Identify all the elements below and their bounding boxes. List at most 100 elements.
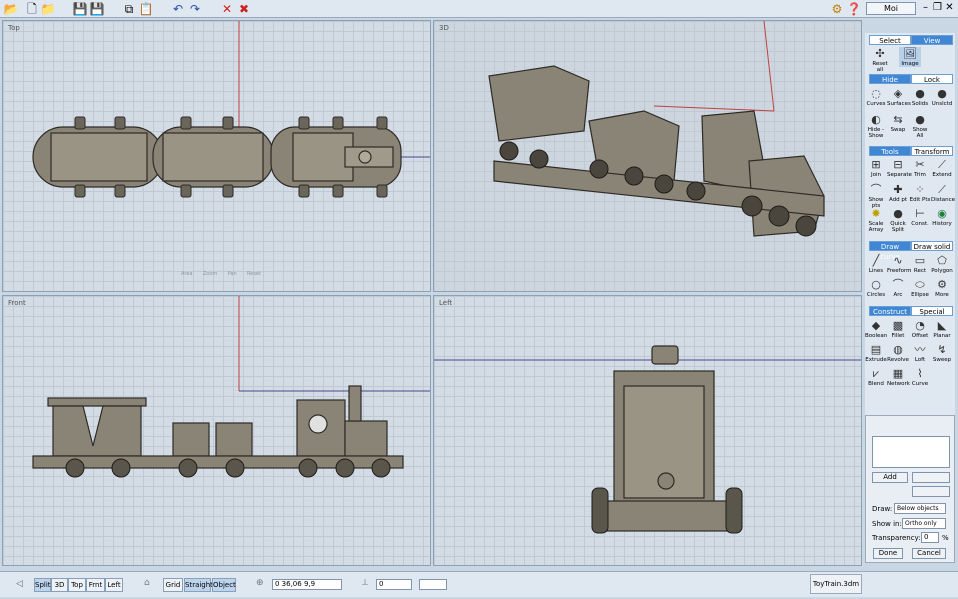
hide-show-tool[interactable]: ◐ Hide - Show bbox=[865, 113, 887, 139]
tab-select[interactable]: Select bbox=[869, 35, 911, 45]
split-view-button[interactable]: Split bbox=[34, 578, 51, 592]
extend-tool[interactable]: ⟋ Extend bbox=[931, 158, 953, 178]
done-button[interactable]: Done bbox=[873, 548, 903, 559]
join-tool[interactable]: ⊞ Join bbox=[865, 158, 887, 178]
top-view-button[interactable]: Top bbox=[68, 578, 86, 592]
separate-tool[interactable]: ⊟ Separate bbox=[887, 158, 912, 178]
freeform-tool[interactable]: ∿ Freeform bbox=[887, 254, 912, 274]
tab-tools[interactable]: Tools bbox=[869, 146, 911, 156]
cancel-button[interactable]: Cancel bbox=[912, 548, 946, 559]
tab-draw-solid[interactable]: Draw solid bbox=[911, 241, 953, 251]
remove-button[interactable] bbox=[912, 472, 950, 483]
history-tool[interactable]: ◉ History bbox=[931, 207, 953, 227]
open-folder-icon[interactable]: 📂 bbox=[3, 1, 19, 17]
tab-hide[interactable]: Hide bbox=[869, 74, 911, 84]
image-list[interactable] bbox=[872, 436, 950, 468]
polygon-tool[interactable]: ⬠ Polygon bbox=[931, 254, 953, 274]
lines-tool[interactable]: ╱ Lines bbox=[865, 254, 887, 274]
hide-surfaces-tool[interactable]: ◈ Surfaces bbox=[887, 87, 911, 107]
save-as-icon[interactable]: 💾 bbox=[89, 1, 105, 17]
ellipse-tool[interactable]: ⬭ Ellipse bbox=[909, 278, 931, 298]
tab-special[interactable]: Special bbox=[911, 306, 953, 316]
new-file-icon[interactable]: 🗋 bbox=[24, 1, 40, 17]
transparency-input[interactable]: 0 bbox=[921, 532, 939, 543]
boolean-tool[interactable]: ◆ Boolean bbox=[865, 319, 887, 339]
viewport-left[interactable]: Left bbox=[433, 295, 862, 566]
hide-solids-tool[interactable]: ● Solids bbox=[909, 87, 931, 107]
show-in-select[interactable]: Ortho only bbox=[902, 518, 946, 529]
sweep-tool[interactable]: ↯ Sweep bbox=[931, 343, 953, 363]
show-all-tool[interactable]: ● Show All bbox=[909, 113, 931, 139]
grid-snap-button[interactable]: Grid bbox=[163, 578, 183, 592]
tab-transform[interactable]: Transform bbox=[911, 146, 953, 156]
open-file-icon[interactable]: 📁 bbox=[40, 1, 56, 17]
delete-all-icon[interactable]: ✖ bbox=[236, 1, 252, 17]
distance-field[interactable]: 0 bbox=[376, 579, 412, 590]
circles-tool[interactable]: ○ Circles bbox=[865, 278, 887, 298]
save-icon[interactable]: 💾 bbox=[72, 1, 88, 17]
add-button[interactable]: Add bbox=[872, 472, 908, 483]
close-icon[interactable]: ✕ bbox=[944, 1, 955, 15]
pan-control[interactable]: Pan bbox=[228, 271, 237, 277]
hide-curves-tool[interactable]: ◌ Curves bbox=[865, 87, 887, 107]
tools-tabs: Tools Transform bbox=[869, 146, 953, 156]
swap-tool[interactable]: ⇆ Swap bbox=[887, 113, 909, 133]
curve-tool[interactable]: ⌇ Curve bbox=[909, 367, 931, 387]
hide-unselected-tool[interactable]: ● Unslctd bbox=[931, 87, 953, 107]
scale-array-tool[interactable]: ✸ Scale Array bbox=[865, 207, 887, 233]
viewport-top[interactable]: Top Area Zoom Pan Reset bbox=[2, 20, 431, 292]
blend-tool[interactable]: ⩗ Blend bbox=[865, 367, 887, 387]
network-tool[interactable]: ▦ Network bbox=[887, 367, 910, 387]
collapse-icon[interactable]: ◁ bbox=[16, 579, 23, 589]
minimize-icon[interactable]: – bbox=[920, 1, 931, 15]
copy-icon[interactable]: ⧉ bbox=[121, 1, 137, 17]
arc-tool[interactable]: ⌒ Arc bbox=[887, 278, 909, 298]
delete-icon[interactable]: ✕ bbox=[219, 1, 235, 17]
more-tool[interactable]: ⚙ More bbox=[931, 278, 953, 298]
paste-icon[interactable]: 📋 bbox=[138, 1, 154, 17]
help-icon[interactable]: ❓ bbox=[846, 1, 862, 17]
undo-icon[interactable]: ↶ bbox=[170, 1, 186, 17]
edit-pts-tool[interactable]: ⁘ Edit Pts bbox=[909, 183, 931, 203]
redo-icon[interactable]: ↷ bbox=[187, 1, 203, 17]
maximize-icon[interactable]: ❐ bbox=[932, 1, 943, 15]
viewport-front[interactable]: Front bbox=[2, 295, 431, 566]
object-snap-button[interactable]: Object bbox=[212, 578, 236, 592]
quick-split-tool[interactable]: ● Quick Split bbox=[887, 207, 909, 233]
network-icon: ▦ bbox=[892, 367, 904, 380]
options-icon[interactable]: ⚙ bbox=[829, 1, 845, 17]
snap-icon[interactable]: ⌂ bbox=[144, 578, 150, 588]
trim-tool[interactable]: ✂ Trim bbox=[909, 158, 931, 178]
viewport-3d[interactable]: 3D bbox=[433, 20, 862, 292]
fillet-tool[interactable]: ▩ Fillet bbox=[887, 319, 909, 339]
zoom-control[interactable]: Zoom bbox=[203, 271, 217, 277]
add-pt-tool[interactable]: ✚ Add pt bbox=[887, 183, 909, 203]
construction-tool[interactable]: ⊢ Const. bbox=[909, 207, 931, 227]
extrude-tool[interactable]: ▤ Extrude bbox=[865, 343, 887, 363]
loft-tool[interactable]: 〰 Loft bbox=[909, 343, 931, 363]
planar-tool[interactable]: ◣ Planar bbox=[931, 319, 953, 339]
distance-tool[interactable]: ⟋ Distance bbox=[931, 183, 955, 203]
rect-tool[interactable]: ▭ Rect bbox=[909, 254, 931, 274]
revolve-tool[interactable]: ◍ Revolve bbox=[887, 343, 909, 363]
image-tool[interactable]: 🖼 Image bbox=[899, 47, 921, 67]
tab-lock[interactable]: Lock bbox=[911, 74, 953, 84]
offset-icon: ◔ bbox=[915, 319, 925, 332]
reset-all-tool[interactable]: ✣ Reset all bbox=[869, 47, 891, 73]
draw-select[interactable]: Below objects bbox=[894, 503, 946, 514]
offset-tool[interactable]: ◔ Offset bbox=[909, 319, 931, 339]
reset-control[interactable]: Reset bbox=[247, 271, 261, 277]
tab-draw-curve[interactable]: Draw curve bbox=[869, 241, 911, 261]
front-view-button[interactable]: Frnt bbox=[86, 578, 105, 592]
straight-snap-button[interactable]: Straight bbox=[184, 578, 213, 592]
3d-view-button[interactable]: 3D bbox=[51, 578, 68, 592]
area-control[interactable]: Area bbox=[181, 271, 193, 277]
coordinates-field[interactable]: 0 36,06 9,9 bbox=[272, 579, 342, 590]
show-pts-tool[interactable]: ⌒ Show pts bbox=[865, 183, 887, 209]
percent-label: % bbox=[942, 534, 949, 542]
angle-field[interactable] bbox=[419, 579, 447, 590]
left-view-button[interactable]: Left bbox=[105, 578, 123, 592]
tab-construct[interactable]: Construct bbox=[869, 306, 911, 316]
tab-view[interactable]: View bbox=[911, 35, 953, 45]
edit-button[interactable] bbox=[912, 486, 950, 497]
